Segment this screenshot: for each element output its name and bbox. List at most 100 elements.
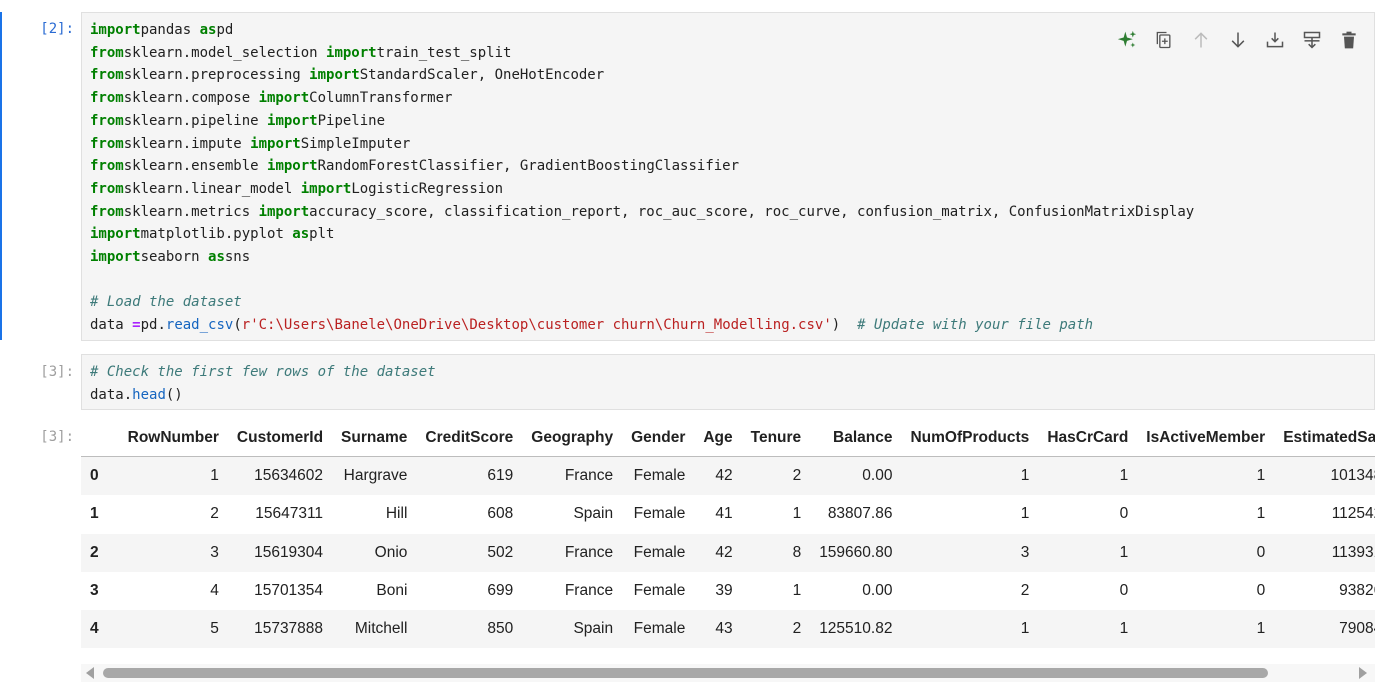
- code-token: import: [300, 180, 352, 197]
- table-cell: 3: [210, 543, 219, 561]
- table-header-row: RowNumber CustomerId Surname CreditScore Geo…: [81, 420, 1375, 457]
- table-cell: 101348.88: [1330, 467, 1375, 485]
- column-header: Gender: [622, 420, 695, 457]
- code-line: fromsklearn.ensemble importRandomForestC…: [90, 155, 1374, 178]
- code-token: ): [831, 317, 858, 334]
- move-down-icon[interactable]: [1225, 27, 1251, 53]
- code-token: RandomForestClassifier, GradientBoosting…: [317, 158, 740, 175]
- code-token: import: [326, 44, 377, 61]
- table-cell: Hargrave: [343, 467, 408, 485]
- code-cell-editor[interactable]: importpandas aspd fromsklearn.model_selec…: [81, 12, 1375, 341]
- code-token: sklearn.model_selection: [123, 44, 327, 61]
- table-cell: 8: [792, 543, 802, 561]
- table-row: 1 2 15647311 Hill 608 Spain Female 41 1 83807.86 1…: [81, 495, 1375, 534]
- code-token: sklearn.ensemble: [123, 158, 268, 175]
- table-cell: 15619304: [254, 543, 324, 561]
- table-cell: 0.00: [862, 582, 893, 600]
- code-token: LogisticRegression: [351, 180, 504, 197]
- code-token: # Load the dataset: [90, 294, 242, 311]
- scroll-left-arrow-icon[interactable]: [86, 667, 94, 679]
- code-token: SimpleImputer: [300, 135, 411, 152]
- table-cell: France: [564, 467, 614, 485]
- table-cell: 1: [1256, 620, 1266, 638]
- table-cell: 699: [487, 582, 514, 600]
- table-cell: 1: [792, 582, 802, 600]
- code-token: matplotlib.pyplot: [140, 226, 293, 243]
- table-cell: 1: [1256, 505, 1266, 523]
- table-cell: Female: [633, 620, 686, 638]
- code-line: fromsklearn.compose importColumnTransfor…: [90, 87, 1374, 110]
- code-line: fromsklearn.metrics importaccuracy_score…: [90, 201, 1374, 224]
- code-token: data: [90, 317, 133, 334]
- ai-sparkle-icon[interactable]: [1114, 27, 1140, 53]
- delete-cell-icon[interactable]: [1336, 27, 1362, 53]
- code-token: data.: [90, 386, 133, 403]
- code-token: from: [90, 44, 124, 61]
- column-header: Tenure: [741, 420, 811, 457]
- table-cell: 15647311: [255, 505, 324, 523]
- code-token: sns: [224, 249, 251, 266]
- table-cell: Spain: [573, 505, 614, 523]
- table-cell: Female: [633, 543, 686, 561]
- table-cell: 1: [1119, 467, 1129, 485]
- code-line: # Check the first few rows of the datase…: [90, 361, 1374, 384]
- table-cell: 2: [1020, 582, 1030, 600]
- code-line: data.head(): [90, 384, 1374, 407]
- table-cell: 0.00: [862, 467, 893, 485]
- code-token: from: [90, 112, 124, 129]
- horizontal-scrollbar[interactable]: [81, 664, 1375, 682]
- code-cell-editor[interactable]: # Check the first few rows of the datase…: [81, 354, 1375, 410]
- code-token: sklearn.impute: [123, 135, 251, 152]
- column-header: RowNumber: [118, 420, 228, 457]
- duplicate-cell-icon[interactable]: [1151, 27, 1177, 53]
- scrollbar-thumb[interactable]: [103, 668, 1268, 678]
- table-cell: Onio: [374, 543, 408, 561]
- code-line: importmatplotlib.pyplot asplt: [90, 223, 1374, 246]
- table-row: 0 1 15634602 Hargrave 619 France Female 42 2 0.00…: [81, 456, 1375, 496]
- code-token: as: [292, 226, 310, 243]
- table-cell: 608: [487, 505, 514, 523]
- table-cell: Female: [633, 582, 686, 600]
- code-token: (: [233, 317, 242, 334]
- table-cell: 79084.10: [1339, 620, 1375, 638]
- code-token: import: [90, 22, 141, 38]
- table-cell: 83807.86: [827, 505, 893, 523]
- column-header: EstimatedSalary: [1274, 420, 1375, 457]
- code-token: seaborn: [140, 249, 209, 266]
- dataframe-output: RowNumber CustomerId Surname CreditScore Geo…: [81, 420, 1375, 690]
- table-cell: 1: [1256, 467, 1266, 485]
- column-header: CustomerId: [227, 420, 333, 457]
- table-cell: 1: [1020, 467, 1030, 485]
- insert-above-icon[interactable]: [1262, 27, 1288, 53]
- table-cell: 1: [1119, 543, 1129, 561]
- code-token: from: [90, 203, 124, 220]
- code-token: pd.: [140, 317, 166, 334]
- move-up-icon[interactable]: [1188, 27, 1214, 53]
- table-cell: Female: [633, 505, 686, 523]
- code-token: from: [90, 180, 124, 197]
- code-content[interactable]: # Check the first few rows of the datase…: [82, 355, 1374, 406]
- table-cell: 850: [487, 620, 514, 638]
- code-token: Pipeline: [317, 112, 386, 129]
- code-line: fromsklearn.linear_model importLogisticR…: [90, 178, 1374, 201]
- column-header: [81, 420, 119, 457]
- code-content[interactable]: importpandas aspd fromsklearn.model_selec…: [82, 13, 1374, 337]
- scroll-right-arrow-icon[interactable]: [1359, 667, 1367, 679]
- table-cell: Spain: [573, 620, 614, 638]
- code-token: plt: [309, 226, 335, 243]
- code-token: # Check the first few rows of the datase…: [90, 364, 436, 380]
- table-cell: 0: [1256, 582, 1266, 600]
- row-index: 2: [90, 543, 99, 561]
- code-line: fromsklearn.preprocessing importStandard…: [90, 64, 1374, 87]
- table-cell: 159660.80: [819, 543, 893, 561]
- table-cell: France: [564, 582, 614, 600]
- table-cell: 112542.58: [1331, 505, 1375, 523]
- insert-below-icon[interactable]: [1299, 27, 1325, 53]
- table-cell: 1: [792, 505, 802, 523]
- code-token: as: [199, 22, 217, 38]
- code-token: import: [90, 226, 141, 243]
- table-cell: 15701354: [254, 582, 324, 600]
- code-token: read_csv: [165, 317, 234, 334]
- column-header: HasCrCard: [1038, 420, 1138, 457]
